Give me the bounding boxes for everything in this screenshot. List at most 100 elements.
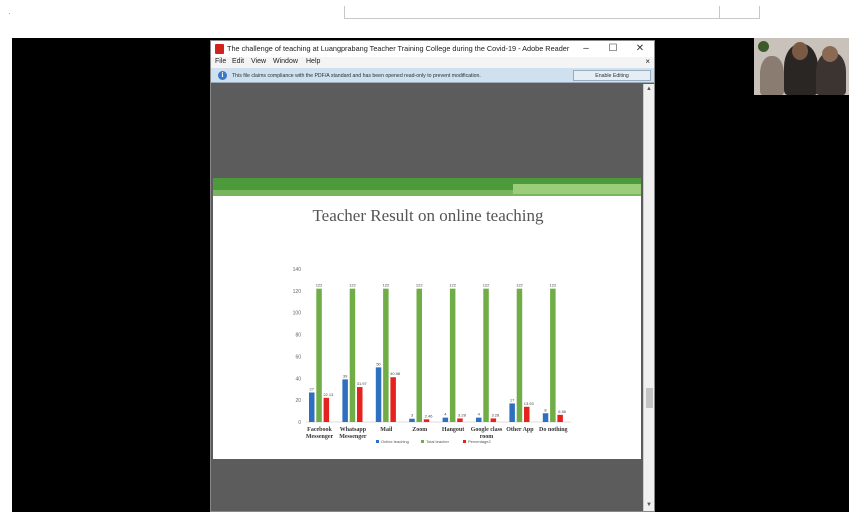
bar — [375, 367, 382, 422]
legend-label: Total teacher — [426, 439, 450, 444]
bar — [416, 288, 422, 422]
data-label: 4 — [444, 412, 447, 417]
y-tick-label: 120 — [293, 289, 302, 295]
bar — [490, 418, 497, 422]
scroll-thumb[interactable] — [646, 388, 653, 408]
y-tick-label: 60 — [295, 354, 301, 360]
bar — [316, 288, 322, 422]
chart-legend: Online teaching Total teacher Percentage2 — [376, 439, 491, 444]
data-label: 122 — [449, 283, 456, 288]
y-tick-label: 20 — [295, 398, 301, 404]
scroll-down-icon[interactable]: ▼ — [644, 500, 654, 510]
menu-help[interactable]: Help — [306, 58, 320, 65]
x-tick-label: Other App — [506, 427, 534, 433]
bar — [309, 392, 315, 422]
data-label: 39 — [343, 373, 348, 378]
y-tick-label: 140 — [293, 267, 302, 273]
data-label: 122 — [416, 283, 423, 288]
bottom-strip — [0, 512, 849, 516]
x-tick-label: Messenger — [339, 434, 367, 440]
data-label: 6.56 — [558, 409, 567, 414]
webcam-logo-icon — [758, 41, 769, 52]
legend-swatch — [421, 440, 424, 443]
menu-view[interactable]: View — [251, 58, 266, 65]
address-field[interactable] — [344, 6, 760, 19]
bar — [390, 377, 396, 422]
pdfa-info-bar: i This file claims compliance with the P… — [211, 68, 654, 83]
x-tick-label: Mail — [380, 427, 392, 433]
participant-center-face — [792, 42, 808, 60]
bar — [516, 288, 523, 422]
participant-right-face — [822, 46, 838, 62]
menu-bar: File Edit View Window Help × — [211, 57, 654, 68]
bar — [457, 418, 463, 422]
adobe-reader-window: The challenge of teaching at Luangpraban… — [210, 40, 655, 512]
bar — [357, 387, 363, 422]
browser-top-area: · — [0, 0, 849, 38]
data-label: 17 — [510, 397, 515, 402]
bar — [557, 414, 563, 422]
participant-left — [760, 56, 784, 95]
data-label: 122 — [516, 283, 523, 288]
title-bar: The challenge of teaching at Luangpraban… — [211, 41, 654, 57]
legend-swatch — [463, 440, 466, 443]
data-label: 122 — [383, 283, 390, 288]
document-close-icon[interactable]: × — [645, 57, 650, 66]
bar — [550, 288, 556, 422]
bar — [409, 418, 415, 422]
address-field-divider — [719, 6, 720, 18]
minimize-button[interactable]: – — [575, 42, 597, 56]
x-tick-label: Whatsapp — [340, 427, 367, 433]
vertical-scrollbar[interactable]: ▲ ▼ — [643, 84, 654, 511]
x-tick-label: Facebook — [307, 427, 332, 433]
x-tick-label: Do nothing — [539, 427, 568, 433]
bar — [542, 413, 549, 422]
y-tick-label: 0 — [298, 420, 301, 426]
data-label: 40.98 — [390, 371, 401, 376]
data-label: 122 — [550, 283, 557, 288]
maximize-button[interactable]: ☐ — [602, 42, 624, 56]
slide-header-accent — [513, 184, 641, 194]
data-label: 122 — [483, 283, 490, 288]
x-tick-label: Hangout — [442, 427, 464, 433]
pdfa-message: This file claims compliance with the PDF… — [232, 73, 481, 79]
scroll-up-icon[interactable]: ▲ — [644, 84, 654, 94]
bar — [323, 397, 330, 422]
bar — [509, 403, 515, 422]
legend-label: Online teaching — [381, 439, 409, 444]
bar — [423, 419, 430, 422]
top-left-mark: · — [8, 8, 11, 18]
bar — [349, 288, 356, 422]
data-label: 3 — [411, 413, 414, 418]
data-label: 22.13 — [323, 392, 334, 397]
bar — [476, 417, 482, 422]
x-tick-label: Messenger — [306, 434, 334, 440]
data-label: 122 — [316, 283, 323, 288]
x-tick-label: Zoom — [412, 427, 427, 433]
close-button[interactable]: ✕ — [629, 42, 651, 56]
bar — [449, 288, 456, 422]
document-view[interactable]: Teacher Result on online teaching 0 20 40 6… — [211, 84, 643, 511]
data-label: 2.46 — [425, 413, 434, 418]
bar — [342, 379, 348, 422]
bar — [524, 406, 530, 422]
webcam-video-tile — [754, 38, 849, 95]
data-label: 122 — [349, 283, 356, 288]
data-label: 4 — [478, 412, 481, 417]
bar-chart: Teacher Result on online teaching 0 20 40 6… — [293, 206, 571, 444]
bar — [442, 417, 449, 422]
slide-page: Teacher Result on online teaching 0 20 40 6… — [213, 178, 641, 459]
legend-swatch — [376, 440, 379, 443]
data-label: 8 — [544, 407, 547, 412]
bar — [383, 288, 389, 422]
adobe-reader-icon — [215, 44, 224, 54]
data-label: 31.97 — [357, 381, 368, 386]
y-tick-label: 100 — [293, 311, 302, 317]
data-label: 3.28 — [491, 412, 500, 417]
data-label: 3.28 — [458, 412, 467, 417]
data-label: 50 — [376, 361, 381, 366]
menu-window[interactable]: Window — [273, 58, 298, 65]
menu-edit[interactable]: Edit — [232, 58, 244, 65]
menu-file[interactable]: File — [215, 58, 226, 65]
enable-editing-button[interactable]: Enable Editing — [573, 70, 651, 81]
